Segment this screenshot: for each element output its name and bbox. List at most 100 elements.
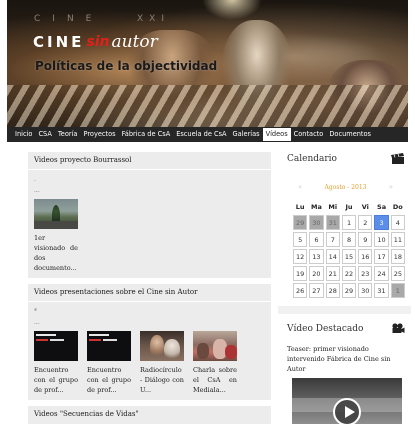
calendar-day[interactable]: 5 [293,232,308,247]
calendar-day[interactable]: 30 [309,215,324,230]
video-item[interactable]: Radiocírculo - Diálogo con U... [140,331,184,395]
calendar-day[interactable]: 9 [358,232,373,247]
section-title[interactable]: Videos presentaciones sobre el Cine sin … [28,288,271,302]
calendar-day[interactable]: 6 [309,232,324,247]
calendar-header: Calendario [282,150,407,168]
calendar-day[interactable]: 2 [358,215,373,230]
calendar-day[interactable]: 1 [341,215,357,230]
thumb-graphic [197,343,209,359]
video-item[interactable]: Encuentro con el grupo de prof... [87,331,131,395]
video-section: Videos proyecto Bourrassol . ... 1er vis… [28,152,271,278]
calendar-day[interactable]: 8 [341,232,357,247]
calendar-day[interactable]: 27 [309,283,324,298]
video-thumbnail[interactable] [193,331,237,361]
calendar-day[interactable]: 14 [325,249,340,264]
calendar-prev-arrow[interactable]: « [298,183,302,191]
featured-video-header: Vídeo Destacado [282,320,407,338]
thumb-graphic [89,334,109,336]
calendar-day[interactable]: 24 [374,266,389,281]
header-top-text: CINE [34,14,104,24]
header-banner: CINE XXI CINE sin autor Políticas de la … [7,0,408,127]
nav-item-galerias[interactable]: Galerías [230,127,263,142]
calendar-day[interactable]: 1 [390,283,405,298]
calendar-day[interactable]: 28 [325,283,340,298]
calendar-day[interactable]: 21 [325,266,340,281]
thumb-graphic [150,335,164,359]
logo-sin: sin [86,34,110,50]
video-caption[interactable]: Encuentro con el grupo de prof... [87,365,131,395]
video-thumbnail[interactable] [140,331,184,361]
sidebar-divider [278,306,411,314]
calendar-day[interactable]: 13 [309,249,324,264]
logo-cine: CINE [33,33,85,51]
site-tagline: Políticas de la objectividad [35,59,218,73]
nav-item-teoria[interactable]: Teoría [55,127,81,142]
calendar-day[interactable]: 18 [390,249,405,264]
weekday-header: Sa [377,202,387,211]
nav-item-csa[interactable]: CSA [35,127,54,142]
nav-item-fabrica[interactable]: Fábrica de CsA [119,127,174,142]
calendar-day[interactable]: 29 [341,283,357,298]
calendar-day[interactable]: 22 [341,266,357,281]
calendar-day[interactable]: 23 [358,266,373,281]
calendar-day[interactable]: 30 [358,283,373,298]
video-item[interactable]: 1er visionado de dos documento... [34,199,78,273]
weekday-header: Lu [295,202,305,211]
featured-video-teaser[interactable]: Teaser: primer visionado intervenido Fáb… [282,344,407,374]
calendar-day-today[interactable]: 3 [374,215,389,230]
nav-item-documentos[interactable]: Documentos [326,127,374,142]
thumb-graphic [164,339,180,361]
header-photo-light [202,0,262,20]
video-caption[interactable]: 1er visionado de dos documento... [34,233,78,273]
nav-item-proyectos[interactable]: Proyectos [80,127,118,142]
video-player[interactable] [292,378,402,424]
nav-item-contacto[interactable]: Contacto [291,127,327,142]
site-logo[interactable]: CINE sin autor [33,28,158,56]
calendar-day[interactable]: 19 [293,266,308,281]
video-item[interactable]: Encuentro con el grupo de prof... [34,331,78,395]
thumb-graphic [103,339,117,341]
calendar-day[interactable]: 16 [358,249,373,264]
calendar-day[interactable]: 4 [390,215,405,230]
calendar-day[interactable]: 29 [293,215,308,230]
section-title[interactable]: Videos proyecto Bourrassol [28,156,271,170]
header-top-text-right: XXI [137,14,170,24]
thumb-graphic [36,334,56,336]
video-thumbnail[interactable] [34,331,78,361]
nav-item-videos[interactable]: Vídeos [262,128,291,141]
calendar-next-arrow[interactable]: » [389,183,393,191]
calendar-title: Calendario [287,154,337,164]
section-title[interactable]: Videos "Secuencias de Vidas" [28,410,271,423]
video-item[interactable]: Charla sobre el CsA en Mediala... [193,331,237,395]
calendar-day[interactable]: 25 [390,266,405,281]
section-ellipsis: ... [34,187,40,194]
calendar-day[interactable]: 31 [374,283,389,298]
calendar-day[interactable]: 17 [374,249,389,264]
calendar-day[interactable]: 31 [325,215,340,230]
calendar-day[interactable]: 20 [309,266,324,281]
thumb-graphic [89,339,101,341]
nav-item-inicio[interactable]: Inicio [12,127,35,142]
video-section: Videos "Secuencias de Vidas" [28,406,271,424]
video-caption[interactable]: Encuentro con el grupo de prof... [34,365,78,395]
video-thumbnail[interactable] [34,199,78,229]
play-icon[interactable] [333,398,361,424]
nav-item-escuela[interactable]: Escuela de CsA [173,127,229,142]
header-photo-foreground [7,85,408,127]
calendar-day[interactable]: 11 [390,232,405,247]
calendar-day[interactable]: 7 [325,232,340,247]
calendar-day[interactable]: 26 [293,283,308,298]
video-caption[interactable]: Radiocírculo - Diálogo con U... [140,365,184,395]
logo-autor: autor [111,32,158,52]
video-caption[interactable]: Charla sobre el CsA en Mediala... [193,365,237,395]
calendar-day[interactable]: 10 [374,232,389,247]
section-ellipsis: ... [34,319,40,326]
sidebar: Calendario « Agosto - 2013 » Lu Ma Mi Ju… [278,150,411,424]
weekday-header: Do [392,202,403,211]
calendar-day[interactable]: 15 [341,249,357,264]
calendar-day[interactable]: 12 [293,249,308,264]
clapperboard-icon [387,152,407,166]
calendar-month-label: Agosto - 2013 [324,183,367,191]
video-thumbnail[interactable] [87,331,131,361]
section-mark: * [34,308,37,315]
